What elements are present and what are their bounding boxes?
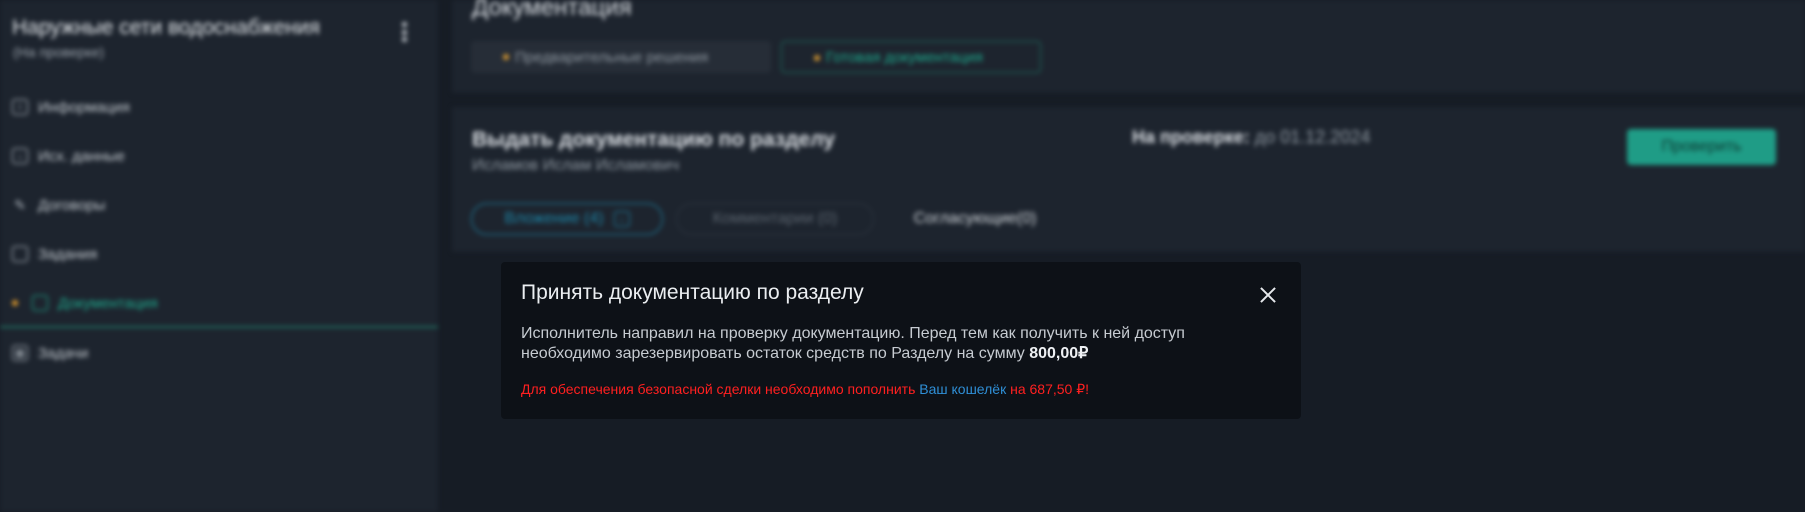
sidebar-item-assignments[interactable]: Задания bbox=[0, 234, 438, 274]
app-root: Наружные сети водоснабжения (На проверке… bbox=[0, 0, 1805, 512]
sidebar-item-info[interactable]: i Информация bbox=[0, 87, 438, 127]
sidebar-item-documentation[interactable]: Документация bbox=[0, 283, 438, 323]
check-button[interactable]: Проверить bbox=[1627, 129, 1776, 165]
active-underline bbox=[0, 326, 438, 328]
warning-prefix: Для обеспечения безопасной сделки необхо… bbox=[521, 381, 920, 397]
dialog-text: Исполнитель направил на проверку докумен… bbox=[521, 324, 1261, 364]
project-title: Наружные сети водоснабжения bbox=[12, 16, 321, 39]
tab-bullet bbox=[503, 54, 509, 60]
background-layer: Наружные сети водоснабжения (На проверке… bbox=[0, 0, 1805, 512]
card-author: Исламов Ислам Исламович bbox=[472, 157, 680, 174]
tab-ready-documentation[interactable]: Готовая документация bbox=[781, 41, 1041, 73]
subtab-attachments[interactable]: Вложение (4) ↓ bbox=[471, 203, 663, 235]
pen-icon: ✎ bbox=[14, 196, 26, 213]
info-icon: i bbox=[12, 99, 28, 115]
sidebar-item-label: Задания bbox=[38, 245, 98, 263]
download-icon: ↓ bbox=[12, 148, 28, 164]
subtab-comments[interactable]: Комментарии (0) bbox=[676, 203, 874, 235]
project-status: (На проверке) bbox=[13, 44, 105, 60]
reserve-amount: 800,00₽ bbox=[1029, 345, 1089, 362]
dialog-title: Принять документацию по разделу bbox=[521, 281, 864, 304]
kebab-menu-icon[interactable] bbox=[396, 20, 412, 44]
document-icon bbox=[32, 295, 48, 311]
sidebar-item-label: Документация bbox=[58, 294, 158, 312]
wallet-warning: Для обеспечения безопасной сделки необхо… bbox=[521, 381, 1089, 398]
close-icon[interactable] bbox=[1259, 286, 1277, 304]
sidebar-item-label: Информация bbox=[38, 98, 130, 116]
warning-suffix: на 687,50 ₽! bbox=[1006, 381, 1090, 397]
sidebar-item-tasks[interactable]: ▦ Задачи bbox=[0, 333, 438, 373]
active-dot bbox=[12, 300, 18, 306]
sidebar-item-source-data[interactable]: ↓ Исх. данные bbox=[0, 136, 438, 176]
tab-label: Предварительные решения bbox=[515, 48, 709, 66]
tab-preliminary-solutions[interactable]: Предварительные решения bbox=[471, 41, 771, 73]
subtab-label: Вложение (4) bbox=[504, 210, 604, 227]
page-title: Документация bbox=[472, 0, 632, 21]
status-label: На проверке: bbox=[1132, 127, 1250, 147]
tab-label: Готовая документация bbox=[826, 48, 983, 66]
subtab-approvers[interactable]: Согласующие(0) bbox=[890, 203, 1060, 235]
accept-documentation-dialog: Принять документацию по разделу Исполнит… bbox=[501, 262, 1301, 419]
card-status: На проверке: до 01.12.2024 bbox=[1132, 127, 1370, 148]
status-date: до 01.12.2024 bbox=[1254, 127, 1371, 147]
sidebar-item-label: Задачи bbox=[38, 344, 89, 362]
sidebar-item-label: Договоры bbox=[38, 196, 106, 214]
card-title: Выдать документацию по разделу bbox=[472, 128, 835, 151]
wallet-link[interactable]: Ваш кошелёк bbox=[919, 381, 1006, 397]
grid-icon: ▦ bbox=[12, 345, 28, 361]
sidebar-item-contracts[interactable]: ✎ Договоры bbox=[0, 185, 438, 225]
sidebar: Наружные сети водоснабжения (На проверке… bbox=[0, 0, 438, 512]
download-icon: ↓ bbox=[613, 211, 630, 227]
sidebar-item-label: Исх. данные bbox=[38, 147, 125, 165]
window-icon bbox=[12, 246, 28, 262]
tab-bullet bbox=[814, 55, 820, 61]
